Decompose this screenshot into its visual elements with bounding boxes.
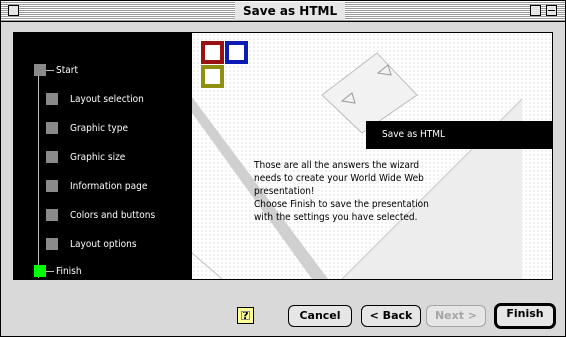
message-line: presentation! bbox=[254, 186, 315, 197]
step-marker-current bbox=[34, 265, 46, 277]
step-label: Information page bbox=[70, 181, 148, 192]
finish-button[interactable]: Finish bbox=[494, 303, 556, 329]
button-bar: ? Cancel < Back Next > Finish bbox=[1, 293, 565, 337]
step-marker bbox=[46, 93, 58, 105]
close-box-icon[interactable] bbox=[8, 5, 19, 16]
step-label: Layout selection bbox=[70, 94, 144, 105]
logo-square-blue bbox=[225, 41, 248, 64]
logo-square-red bbox=[201, 41, 224, 64]
step-marker bbox=[46, 238, 58, 250]
decorative-shapes bbox=[192, 52, 523, 279]
step-label: Colors and buttons bbox=[70, 210, 156, 221]
message-line: Those are all the answers the wizard bbox=[254, 160, 420, 171]
step-label: Layout options bbox=[70, 239, 137, 250]
wizard-illustration: Save as HTML Those are all the answers t… bbox=[192, 33, 552, 279]
logo-square-olive bbox=[201, 65, 224, 88]
wizard-steps-panel: Start Layout selection Graphic type Grap… bbox=[14, 33, 192, 279]
step-marker bbox=[46, 180, 58, 192]
collapse-box-icon[interactable] bbox=[546, 5, 557, 16]
step-label: Graphic type bbox=[70, 123, 128, 134]
next-button[interactable]: Next > bbox=[426, 305, 486, 327]
step-label: Start bbox=[56, 65, 78, 76]
step-label: Graphic size bbox=[70, 152, 126, 163]
help-icon[interactable]: ? bbox=[237, 307, 254, 324]
title-bar[interactable]: Save as HTML bbox=[1, 1, 565, 22]
save-as-html-dialog: Save as HTML Start Layout selection Grap… bbox=[0, 0, 566, 337]
message-line: with the settings you have selected. bbox=[254, 212, 418, 223]
step-marker bbox=[34, 64, 46, 76]
step-label: Finish bbox=[56, 266, 82, 277]
message-line: needs to create your World Wide Web bbox=[254, 173, 424, 184]
step-marker bbox=[46, 122, 58, 134]
message-line: Choose Finish to save the presentation bbox=[254, 199, 429, 210]
wizard-content: Start Layout selection Graphic type Grap… bbox=[13, 32, 553, 280]
back-button[interactable]: < Back bbox=[361, 305, 421, 327]
finish-message: Those are all the answers the wizard nee… bbox=[254, 159, 514, 224]
step-marker bbox=[46, 151, 58, 163]
cancel-button[interactable]: Cancel bbox=[288, 305, 352, 327]
zoom-box-icon[interactable] bbox=[530, 5, 541, 16]
steps-connector-line bbox=[38, 70, 39, 278]
window-title: Save as HTML bbox=[235, 2, 346, 20]
step-marker bbox=[46, 209, 58, 221]
stage-banner: Save as HTML bbox=[366, 121, 552, 149]
